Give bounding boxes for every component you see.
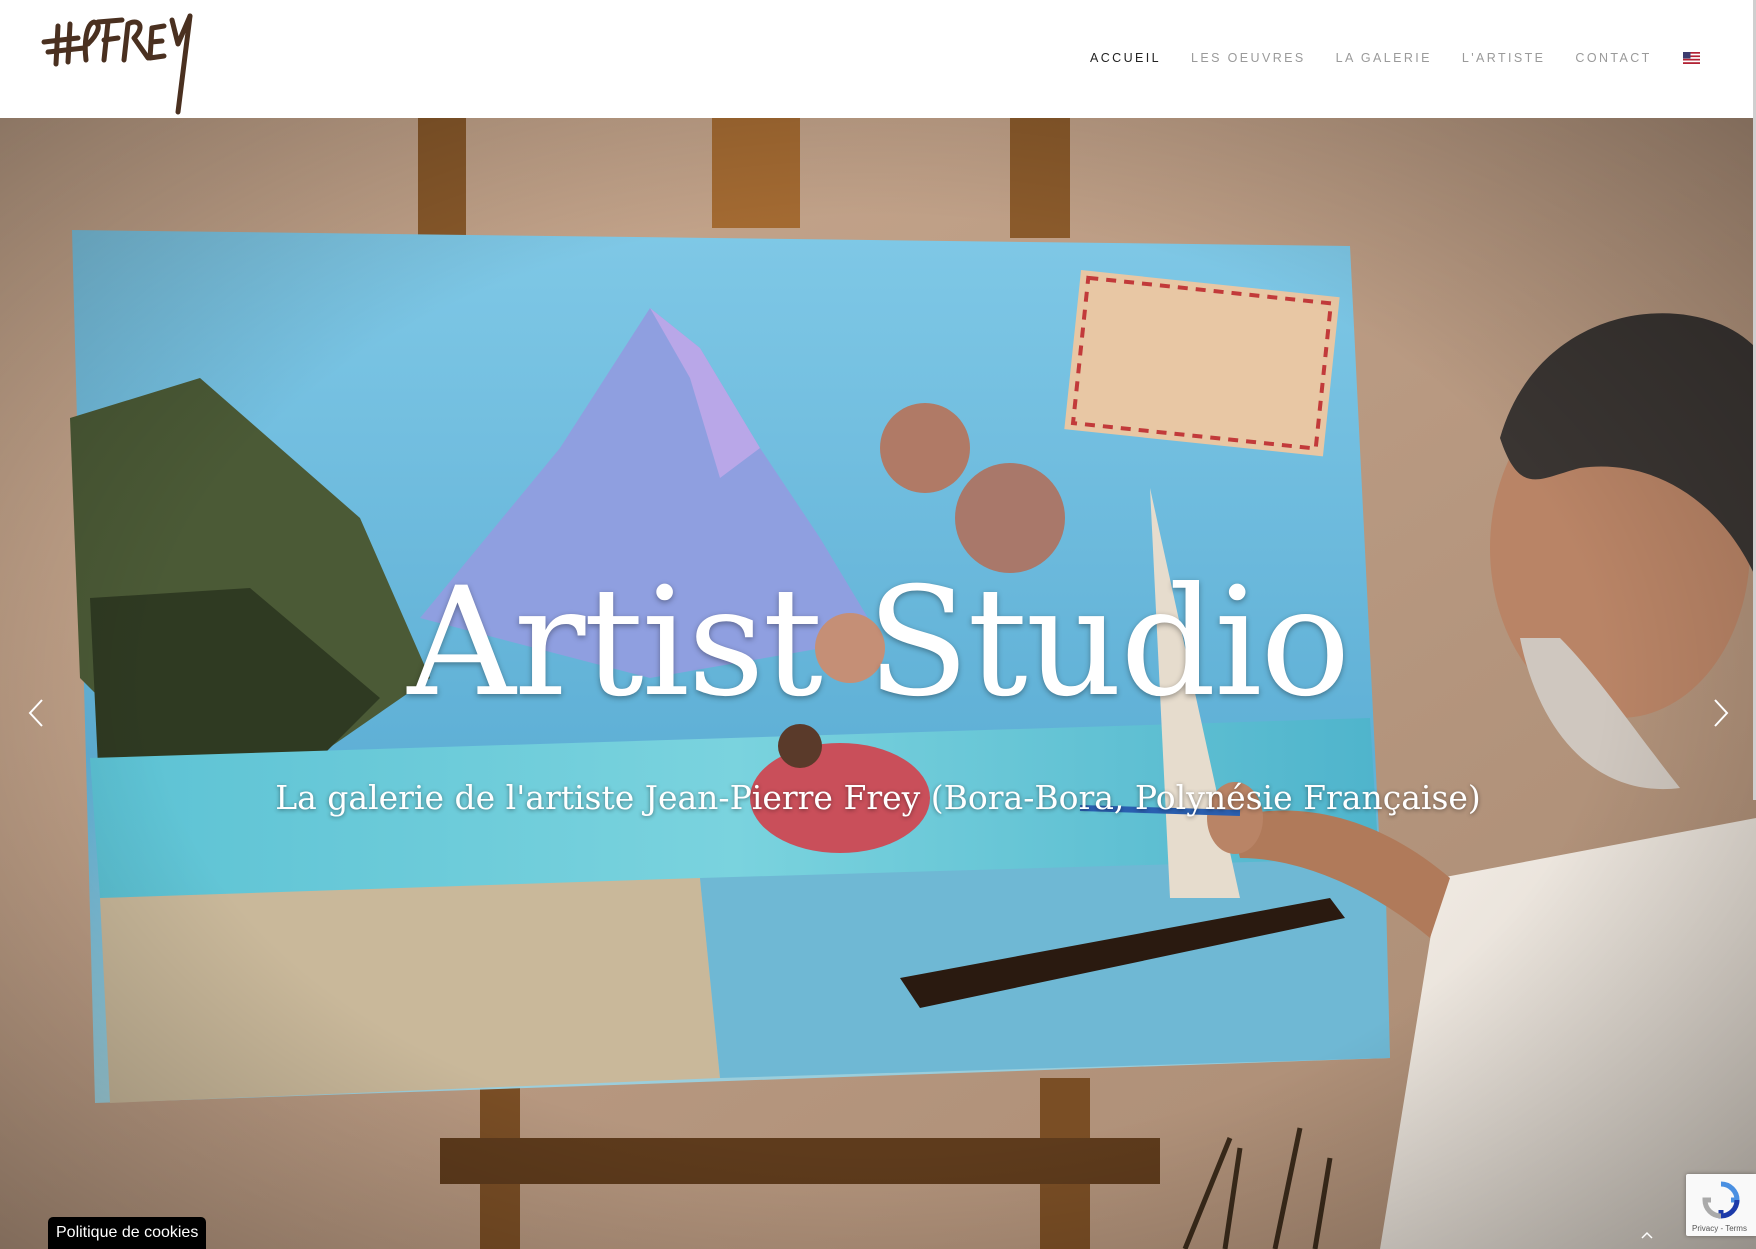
nav-accueil[interactable]: ACCUEIL — [1090, 49, 1161, 67]
cookie-policy-button[interactable]: Politique de cookies — [48, 1217, 207, 1249]
nav-l-artiste[interactable]: L'ARTISTE — [1462, 49, 1546, 67]
chevron-left-icon[interactable] — [22, 688, 52, 738]
recaptcha-badge[interactable]: Privacy - Terms — [1686, 1174, 1756, 1236]
hero-title: Artist Studio — [407, 556, 1350, 730]
chevron-up-icon[interactable] — [1638, 1228, 1656, 1242]
chevron-right-icon[interactable] — [1705, 688, 1735, 738]
site-header: ACCUEIL LES OEUVRES LA GALERIE L'ARTISTE… — [0, 0, 1756, 118]
recaptcha-icon — [1702, 1181, 1740, 1219]
nav-les-oeuvres[interactable]: LES OEUVRES — [1191, 49, 1306, 67]
recaptcha-links[interactable]: Privacy - Terms — [1692, 1224, 1747, 1233]
nav-contact[interactable]: CONTACT — [1575, 49, 1651, 67]
hero-slider: Artist Studio La galerie de l'artiste Je… — [0, 118, 1756, 1249]
hero-subtitle: La galerie de l'artiste Jean-Pierre Frey… — [275, 778, 1481, 817]
us-flag-icon[interactable] — [1683, 52, 1700, 64]
nav-la-galerie[interactable]: LA GALERIE — [1336, 49, 1432, 67]
jp-frey-signature-logo[interactable] — [38, 4, 213, 116]
main-nav: ACCUEIL LES OEUVRES LA GALERIE L'ARTISTE… — [1090, 49, 1682, 67]
